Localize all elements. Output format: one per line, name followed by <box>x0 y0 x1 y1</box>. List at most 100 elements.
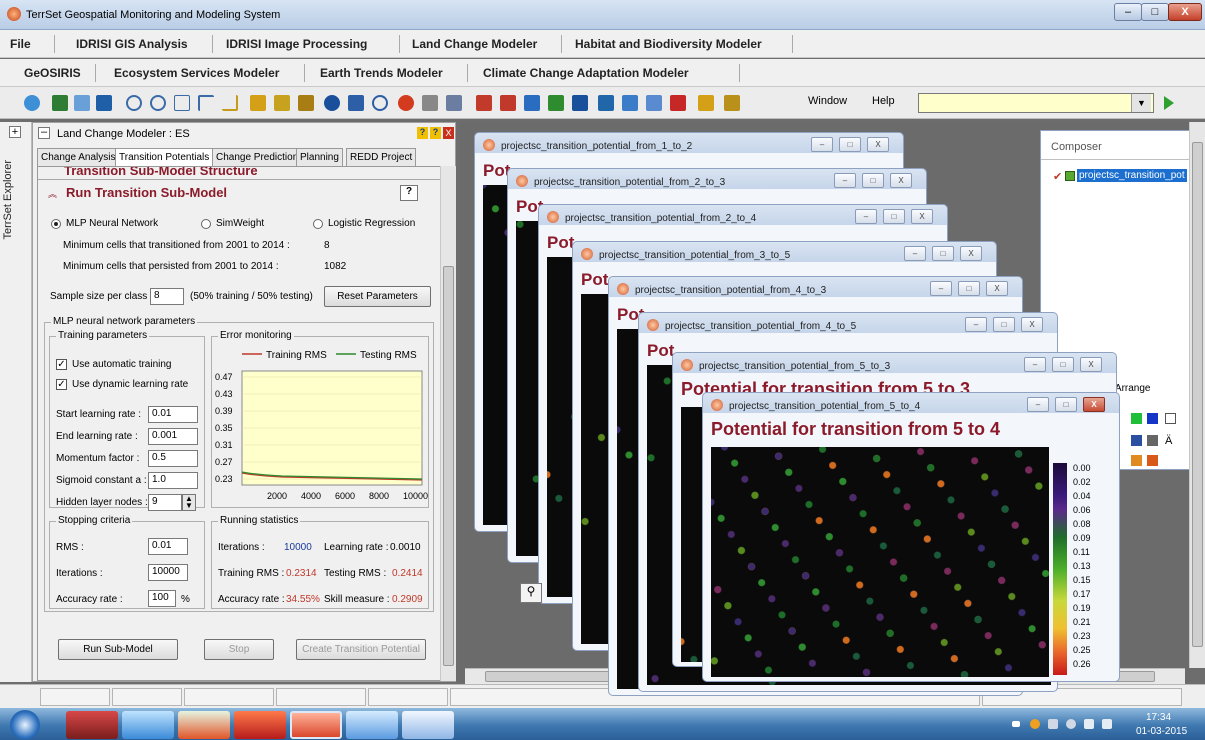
menu-earth-trends-modeler[interactable]: Earth Trends Modeler <box>320 66 443 80</box>
grid-icon[interactable] <box>622 95 638 111</box>
prev-section-title[interactable]: Transition Sub-Model Structure <box>64 167 258 178</box>
print-icon[interactable] <box>1147 435 1158 446</box>
tray-network-icon[interactable] <box>1102 719 1112 729</box>
grid-map-icon[interactable] <box>1147 455 1158 466</box>
taskbar-app-icon[interactable] <box>66 711 118 739</box>
tray-app-icon[interactable] <box>1030 719 1040 729</box>
map-minimize-button[interactable]: – <box>965 317 987 332</box>
map-minimize-button[interactable]: – <box>855 209 877 224</box>
map-maximize-button[interactable]: □ <box>883 209 905 224</box>
stop-accuracy-input[interactable]: 100 <box>148 590 176 607</box>
toolbar-help-menu[interactable]: Help <box>872 95 895 107</box>
taskbar-app-icon[interactable] <box>122 711 174 739</box>
minimize-button[interactable]: – <box>1114 3 1142 21</box>
momentum-input[interactable]: 0.5 <box>148 450 198 467</box>
workspace-vertical-scrollbar[interactable] <box>1189 122 1205 668</box>
section-help-button[interactable]: ? <box>400 185 418 201</box>
map-minimize-button[interactable]: – <box>811 137 833 152</box>
map-close-button[interactable]: X <box>890 173 912 188</box>
map-maximize-button[interactable]: □ <box>862 173 884 188</box>
stop-rms-input[interactable]: 0.01 <box>148 538 188 555</box>
surface-icon[interactable] <box>548 95 564 111</box>
chart-icon[interactable] <box>500 95 516 111</box>
layer-props-icon[interactable] <box>1165 413 1176 424</box>
tab-redd-project[interactable]: REDD Project <box>346 148 417 166</box>
map-minimize-button[interactable]: – <box>904 246 926 261</box>
green-color-icon[interactable] <box>1131 413 1142 424</box>
logistic-radio[interactable] <box>313 219 323 229</box>
toolbar-combo-box[interactable] <box>918 93 1154 113</box>
layers-icon[interactable] <box>96 95 112 111</box>
collapse-icon[interactable]: – <box>38 127 50 139</box>
map-window-title[interactable]: projectsc_transition_potential_from_3_to… <box>599 250 790 261</box>
workspace-vscroll-thumb[interactable] <box>1192 142 1203 647</box>
end-lr-input[interactable]: 0.001 <box>148 428 198 445</box>
menu-file[interactable]: File <box>10 37 31 51</box>
run-play-icon[interactable] <box>1164 96 1174 110</box>
tray-expand-icon[interactable] <box>1012 721 1020 727</box>
simweight-radio[interactable] <box>201 219 211 229</box>
map-close-button[interactable]: X <box>1080 357 1102 372</box>
save-icon[interactable] <box>1131 435 1142 446</box>
map-close-button[interactable]: X <box>867 137 889 152</box>
context-help-icon[interactable]: ? <box>430 127 441 139</box>
combo-dropdown-arrow[interactable]: ▼ <box>1131 94 1151 112</box>
list-icon[interactable] <box>646 95 662 111</box>
map-minimize-button[interactable]: – <box>1027 397 1049 412</box>
tab-change-prediction[interactable]: Change Prediction <box>212 148 303 166</box>
pointer-icon[interactable]: Ä <box>1165 435 1172 447</box>
section-toggle-icon[interactable]: ︽ <box>48 187 57 200</box>
menu-idrisi-image-processing[interactable]: IDRISI Image Processing <box>226 37 367 51</box>
maximize-button[interactable]: □ <box>1141 3 1169 21</box>
stop-iterations-input[interactable]: 10000 <box>148 564 188 581</box>
hidden-nodes-spinner[interactable]: ▲ ▼ <box>182 494 196 511</box>
panel-close-icon[interactable]: X <box>443 127 454 139</box>
database-icon[interactable] <box>572 95 588 111</box>
zoom-out-icon[interactable] <box>150 95 166 111</box>
lcm-scroll-thumb[interactable] <box>443 266 454 666</box>
clock-time[interactable]: 17:34 <box>1146 712 1171 723</box>
target-icon[interactable] <box>398 95 414 111</box>
sample-size-input[interactable]: 8 <box>150 288 184 305</box>
reset-parameters-button[interactable]: Reset Parameters <box>324 286 431 307</box>
eraser-icon[interactable] <box>670 95 686 111</box>
map-close-button[interactable]: X <box>960 246 982 261</box>
explorer-icon[interactable] <box>402 711 454 739</box>
map-window-title[interactable]: projectsc_transition_potential_from_5_to… <box>699 361 890 372</box>
blue-color-icon[interactable] <box>1147 413 1158 424</box>
clock-date[interactable]: 01-03-2015 <box>1136 726 1187 737</box>
map-window[interactable]: projectsc_transition_potential_from_5_to… <box>702 392 1120 682</box>
tray-sync-icon[interactable] <box>1066 719 1076 729</box>
terrset-explorer-tab[interactable]: TerrSet Explorer <box>2 160 14 239</box>
arrow-icon[interactable] <box>446 95 462 111</box>
measure-icon[interactable] <box>348 95 364 111</box>
auto-training-checkbox[interactable]: ✓ <box>56 359 67 370</box>
map-close-button[interactable]: X <box>911 209 933 224</box>
tab-transition-potentials[interactable]: Transition Potentials <box>115 148 214 166</box>
map-maximize-button[interactable]: □ <box>1055 397 1077 412</box>
wave-icon[interactable] <box>524 95 540 111</box>
map-maximize-button[interactable]: □ <box>839 137 861 152</box>
menu-land-change-modeler[interactable]: Land Change Modeler <box>412 37 537 51</box>
tray-flag-icon[interactable] <box>1084 719 1094 729</box>
run-sub-model-button[interactable]: Run Sub-Model <box>58 639 178 660</box>
map-window-title[interactable]: projectsc_transition_potential_from_4_to… <box>665 321 856 332</box>
tray-device-icon[interactable] <box>1048 719 1058 729</box>
map-window-title[interactable]: projectsc_transition_potential_from_2_to… <box>534 177 725 188</box>
full-extent-icon[interactable] <box>222 95 238 111</box>
hidden-nodes-input[interactable]: 9 <box>148 494 182 511</box>
map-zoom-icon[interactable]: ⚲ <box>520 583 542 603</box>
map-maximize-button[interactable]: □ <box>993 317 1015 332</box>
close-button[interactable]: X <box>1168 3 1202 21</box>
terrset-taskbar-icon[interactable] <box>290 711 342 739</box>
taskbar-app-icon[interactable] <box>234 711 286 739</box>
feature-properties-icon[interactable] <box>250 95 266 111</box>
help-icon[interactable]: ? <box>417 127 428 139</box>
macro-icon[interactable] <box>698 95 714 111</box>
mlp-radio[interactable] <box>51 219 61 229</box>
tab-change-analysis[interactable]: Change Analysis <box>37 148 120 166</box>
map-window-title[interactable]: projectsc_transition_potential_from_1_to… <box>501 141 692 152</box>
layer-visible-icon[interactable]: ✔ <box>1053 170 1062 183</box>
transition-potential-map[interactable] <box>711 447 1049 677</box>
menu-ecosystem-services-modeler[interactable]: Ecosystem Services Modeler <box>114 66 279 80</box>
